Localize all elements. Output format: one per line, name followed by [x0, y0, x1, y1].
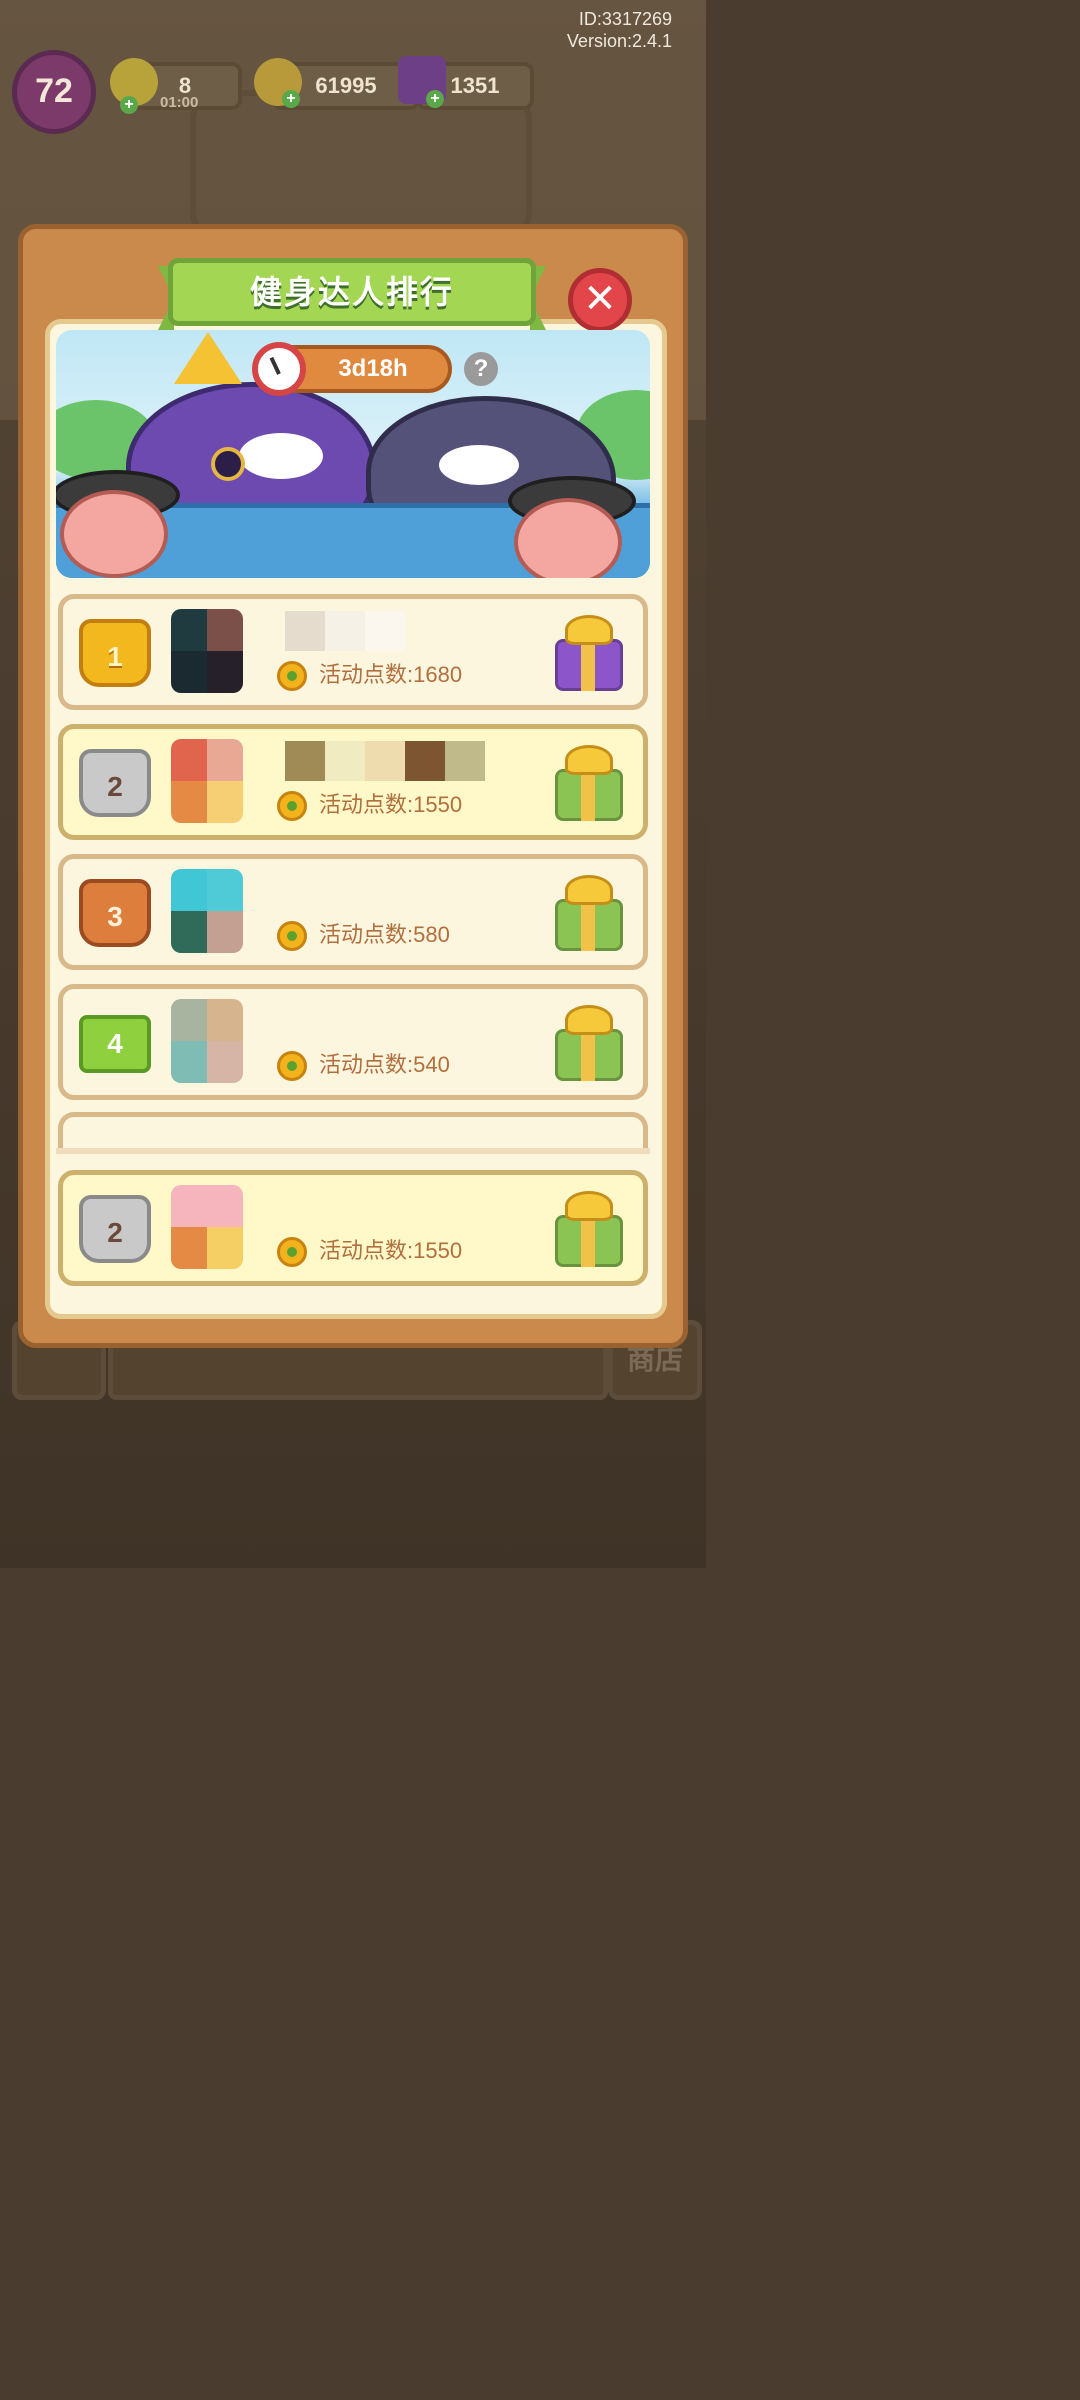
modal-title: 健身达人排行 — [168, 258, 536, 326]
gift-bow — [565, 745, 613, 775]
whale-patch — [239, 433, 323, 479]
background-shelf — [190, 90, 532, 242]
gift-icon[interactable] — [551, 871, 627, 953]
rank-row-2[interactable]: 2 活动点数:1550 — [58, 724, 648, 840]
gift-icon[interactable] — [551, 1001, 627, 1083]
gem-plus-icon[interactable]: + — [426, 90, 444, 108]
rank-row-5-partial[interactable] — [58, 1112, 648, 1152]
crown-icon — [174, 332, 242, 384]
activity-points: 活动点数:580 — [319, 922, 450, 947]
avatar — [171, 869, 243, 953]
player-name-blurred — [285, 741, 485, 781]
whale-patch — [439, 445, 519, 485]
avatar — [171, 999, 243, 1083]
avatar — [171, 609, 243, 693]
gift-icon[interactable] — [551, 611, 627, 693]
avatar — [171, 1185, 243, 1269]
gift-icon[interactable] — [551, 1187, 627, 1269]
activity-points: 活动点数:1550 — [319, 1238, 463, 1263]
swimmer-left — [60, 490, 168, 578]
gift-ribbon — [581, 639, 595, 691]
rank-row-1[interactable]: 1 活动点数:1680 — [58, 594, 648, 710]
list-divider — [56, 1148, 650, 1154]
gem-value: 1351 — [450, 73, 500, 98]
gift-ribbon — [581, 1215, 595, 1267]
player-name-blurred — [285, 611, 405, 651]
rank-badge-silver: 2 — [79, 749, 151, 817]
rank-row-3[interactable]: 3 活动点数:580 — [58, 854, 648, 970]
gift-bow — [565, 1005, 613, 1035]
rank-badge-silver: 2 — [79, 1195, 151, 1263]
gift-ribbon — [581, 769, 595, 821]
swimmer-right — [514, 498, 622, 578]
coin-plus-icon[interactable]: + — [282, 90, 300, 108]
gift-bow — [565, 615, 613, 645]
player-id: ID:3317269 — [578, 9, 672, 29]
rank-row-4[interactable]: 4 活动点数:540 — [58, 984, 648, 1100]
gift-icon[interactable] — [551, 741, 627, 823]
activity-points: 活动点数:1550 — [319, 792, 463, 817]
rank-badge-green: 4 — [79, 1015, 151, 1073]
close-button[interactable]: ✕ — [568, 268, 632, 332]
energy-timer: 01:00 — [160, 94, 199, 111]
clock-icon — [252, 342, 306, 396]
close-icon: ✕ — [583, 277, 617, 321]
gift-bow — [565, 1191, 613, 1221]
my-rank-row[interactable]: 2 活动点数:1550 — [58, 1170, 648, 1286]
gift-ribbon — [581, 1029, 595, 1081]
coin-value: 61995 — [315, 73, 377, 98]
version-text: Version:2.4.1 — [566, 31, 672, 51]
help-icon[interactable]: ? — [464, 352, 498, 386]
avatar — [171, 739, 243, 823]
activity-points: 活动点数:1680 — [319, 662, 463, 687]
activity-points: 活动点数:540 — [319, 1052, 450, 1077]
gift-bow — [565, 875, 613, 905]
rank-badge-bronze: 3 — [79, 879, 151, 947]
gift-ribbon — [581, 899, 595, 951]
whale-eye — [211, 447, 245, 481]
version-info: ID:3317269 Version:2.4.1 — [567, 8, 672, 52]
energy-plus-icon[interactable]: + — [120, 96, 138, 114]
level-badge[interactable]: 72 — [12, 50, 96, 134]
rank-badge-gold: 1 — [79, 619, 151, 687]
